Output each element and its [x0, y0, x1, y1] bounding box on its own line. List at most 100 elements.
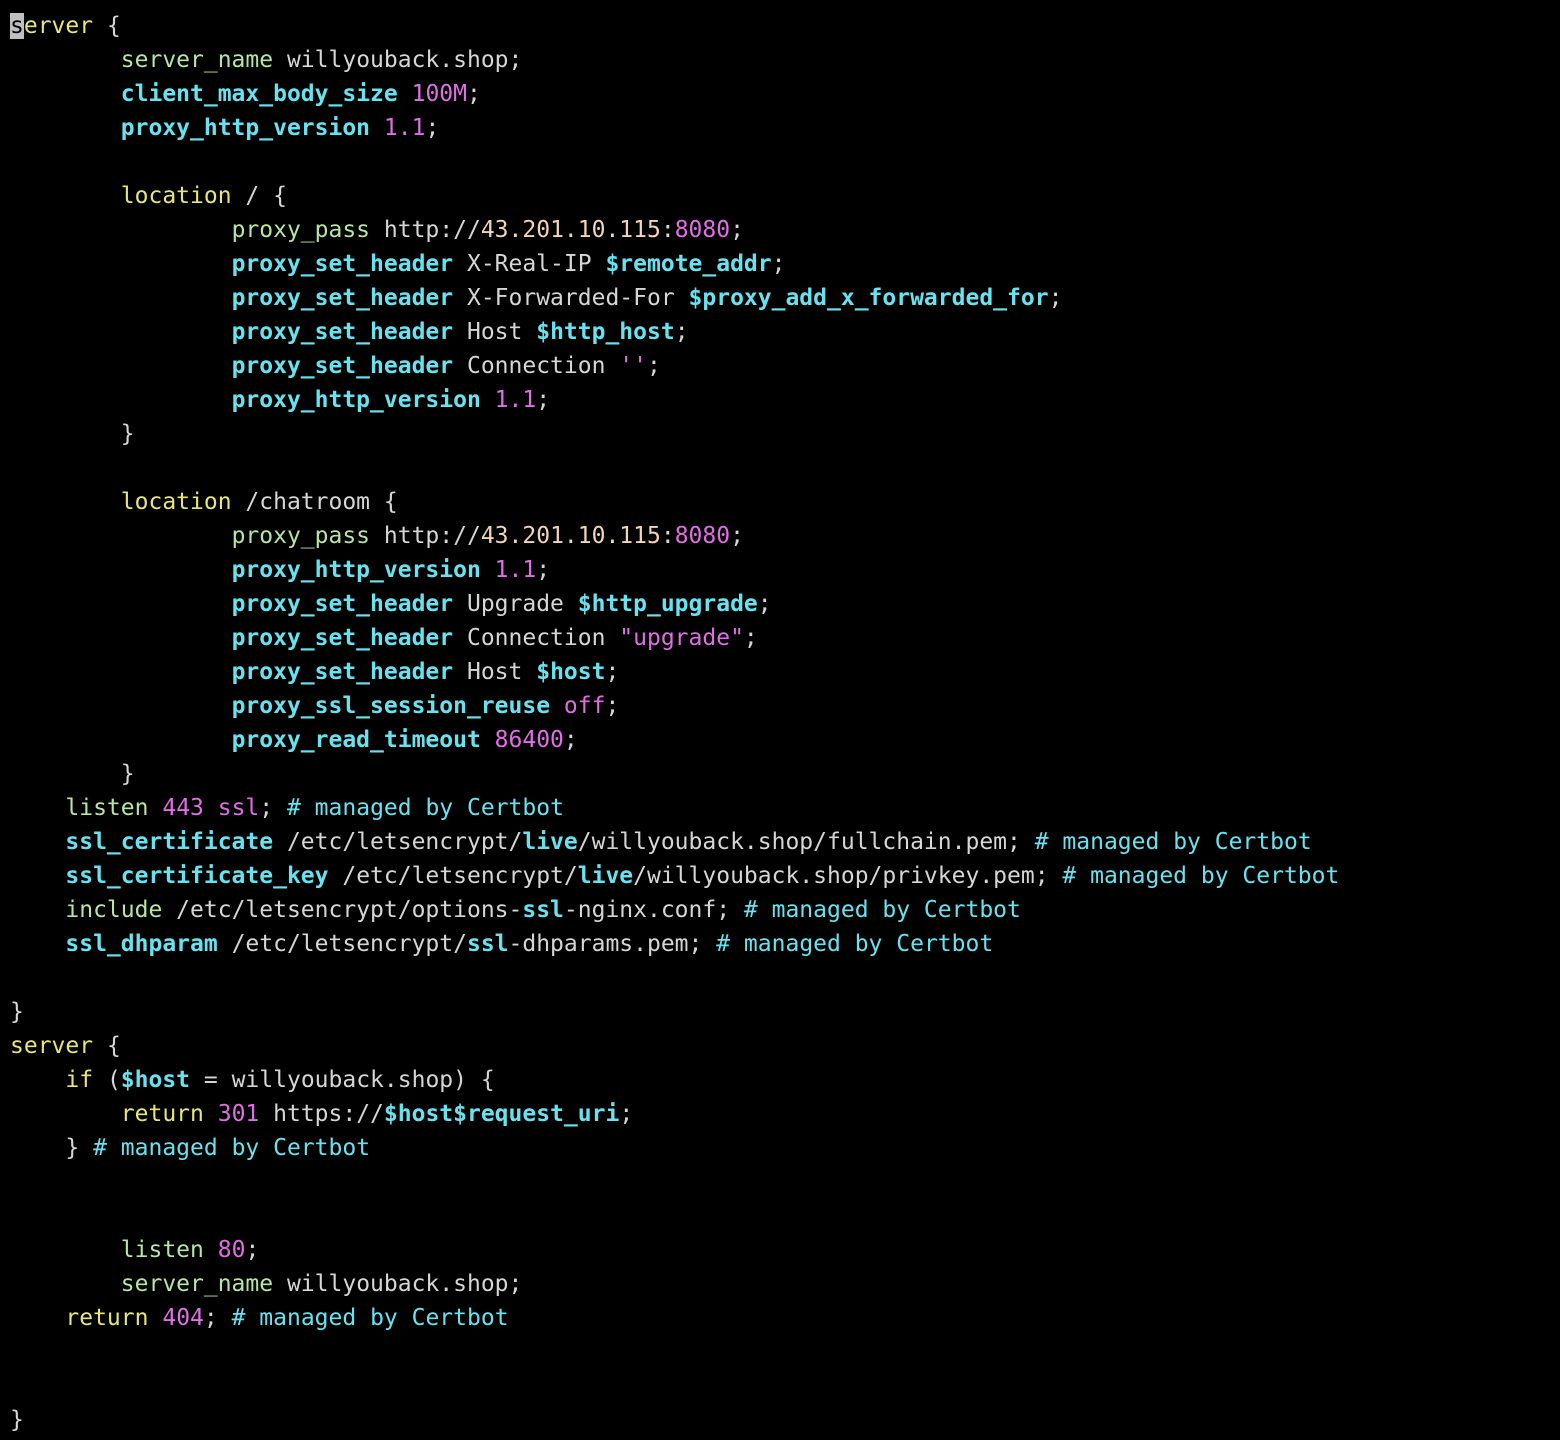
- directive-token: proxy_ssl_session_reuse: [231, 693, 551, 719]
- comment-token: # managed by Certbot: [743, 897, 1021, 923]
- ip-address-token: 43.201.10.115: [480, 523, 661, 549]
- code-line[interactable]: ssl_dhparam /etc/letsencrypt/ssl-dhparam…: [0, 927, 1560, 961]
- code-line[interactable]: proxy_set_header Host $host;: [0, 655, 1560, 689]
- number-token: 1.1: [494, 557, 537, 583]
- code-line[interactable]: [0, 1369, 1560, 1403]
- text-token: ;: [674, 319, 689, 345]
- number-token: 8080: [674, 217, 731, 243]
- code-line[interactable]: proxy_pass http://43.201.10.115:8080;: [0, 213, 1560, 247]
- directive-token: proxy_set_header: [231, 659, 454, 685]
- code-line[interactable]: [0, 1199, 1560, 1233]
- code-line[interactable]: server {: [0, 1029, 1560, 1063]
- text-token: Upgrade: [453, 591, 578, 617]
- code-line[interactable]: ssl_certificate /etc/letsencrypt/live/wi…: [0, 825, 1560, 859]
- code-line[interactable]: include /etc/letsencrypt/options-ssl-ngi…: [0, 893, 1560, 927]
- text-token: = willyouback.shop) {: [190, 1067, 495, 1093]
- code-line[interactable]: [0, 961, 1560, 995]
- number-token: off: [563, 693, 606, 719]
- keyword-token: if: [65, 1067, 94, 1093]
- text-token: X-Real-IP: [453, 251, 606, 277]
- code-line[interactable]: proxy_set_header Host $http_host;: [0, 315, 1560, 349]
- directive-token: server_name: [120, 1271, 274, 1297]
- comment-token: # managed by Certbot: [231, 1305, 509, 1331]
- code-line[interactable]: }: [0, 1403, 1560, 1437]
- number-token: 8080: [674, 523, 731, 549]
- code-line[interactable]: server_name willyouback.shop;: [0, 1267, 1560, 1301]
- code-line[interactable]: } # managed by Certbot: [0, 1131, 1560, 1165]
- code-line[interactable]: if ($host = willyouback.shop) {: [0, 1063, 1560, 1097]
- code-line[interactable]: return 301 https://$host$request_uri;: [0, 1097, 1560, 1131]
- comment-token: # managed by Certbot: [93, 1135, 371, 1161]
- code-line[interactable]: }: [0, 757, 1560, 791]
- code-line[interactable]: }: [0, 417, 1560, 451]
- text-token: ;: [563, 727, 578, 753]
- code-line[interactable]: return 404; # managed by Certbot: [0, 1301, 1560, 1335]
- code-editor[interactable]: server { server_name willyouback.shop; c…: [0, 0, 1560, 1440]
- text-token: ;: [1048, 285, 1063, 311]
- code-line[interactable]: proxy_http_version 1.1;: [0, 553, 1560, 587]
- text-token: :: [660, 523, 675, 549]
- code-line[interactable]: proxy_http_version 1.1;: [0, 111, 1560, 145]
- directive-token: ssl_certificate_key: [65, 863, 329, 889]
- text-token: X-Forwarded-For: [453, 285, 689, 311]
- string-token: "upgrade": [619, 625, 744, 651]
- code-line[interactable]: location /chatroom {: [0, 485, 1560, 519]
- code-line[interactable]: [0, 145, 1560, 179]
- directive-token: proxy_http_version: [231, 387, 481, 413]
- code-line[interactable]: [0, 1335, 1560, 1369]
- code-line[interactable]: proxy_set_header Upgrade $http_upgrade;: [0, 587, 1560, 621]
- keyword-token: server: [10, 1033, 94, 1059]
- code-line[interactable]: proxy_set_header X-Real-IP $remote_addr;: [0, 247, 1560, 281]
- variable-token: $http_upgrade: [577, 591, 758, 617]
- number-token: 100M: [411, 81, 467, 107]
- code-line[interactable]: listen 443 ssl; # managed by Certbot: [0, 791, 1560, 825]
- directive-token: proxy_pass: [231, 217, 371, 243]
- code-line[interactable]: proxy_ssl_session_reuse off;: [0, 689, 1560, 723]
- code-line[interactable]: client_max_body_size 100M;: [0, 77, 1560, 111]
- code-line[interactable]: location / {: [0, 179, 1560, 213]
- directive-token: server_name: [120, 47, 274, 73]
- code-line[interactable]: server {: [0, 9, 1560, 43]
- number-token: 404: [162, 1305, 204, 1331]
- code-line[interactable]: listen 80;: [0, 1233, 1560, 1267]
- variable-token: live: [522, 829, 578, 855]
- code-line[interactable]: [0, 1165, 1560, 1199]
- keyword-token: return: [65, 1305, 149, 1331]
- keyword-token: location: [120, 489, 232, 515]
- directive-token: client_max_body_size: [120, 81, 398, 107]
- number-token: 1.1: [383, 115, 426, 141]
- code-line[interactable]: server_name willyouback.shop;: [0, 43, 1560, 77]
- text-token: ;: [771, 251, 786, 277]
- code-line[interactable]: proxy_set_header X-Forwarded-For $proxy_…: [0, 281, 1560, 315]
- code-line[interactable]: proxy_http_version 1.1;: [0, 383, 1560, 417]
- text-token: ;: [605, 659, 620, 685]
- text-token: /chatroom {: [231, 489, 398, 515]
- code-line[interactable]: [0, 451, 1560, 485]
- code-line[interactable]: }: [0, 995, 1560, 1029]
- code-line[interactable]: proxy_pass http://43.201.10.115:8080;: [0, 519, 1560, 553]
- code-line[interactable]: proxy_set_header Connection '';: [0, 349, 1560, 383]
- number-token: 1.1: [494, 387, 537, 413]
- text-token: Host: [453, 319, 537, 345]
- text-token: /etc/letsencrypt/: [328, 863, 578, 889]
- code-line[interactable]: proxy_set_header Connection "upgrade";: [0, 621, 1560, 655]
- code-line[interactable]: ssl_certificate_key /etc/letsencrypt/liv…: [0, 859, 1560, 893]
- directive-token: listen: [120, 1237, 204, 1263]
- code-line[interactable]: proxy_read_timeout 86400;: [0, 723, 1560, 757]
- directive-token: proxy_set_header: [231, 251, 454, 277]
